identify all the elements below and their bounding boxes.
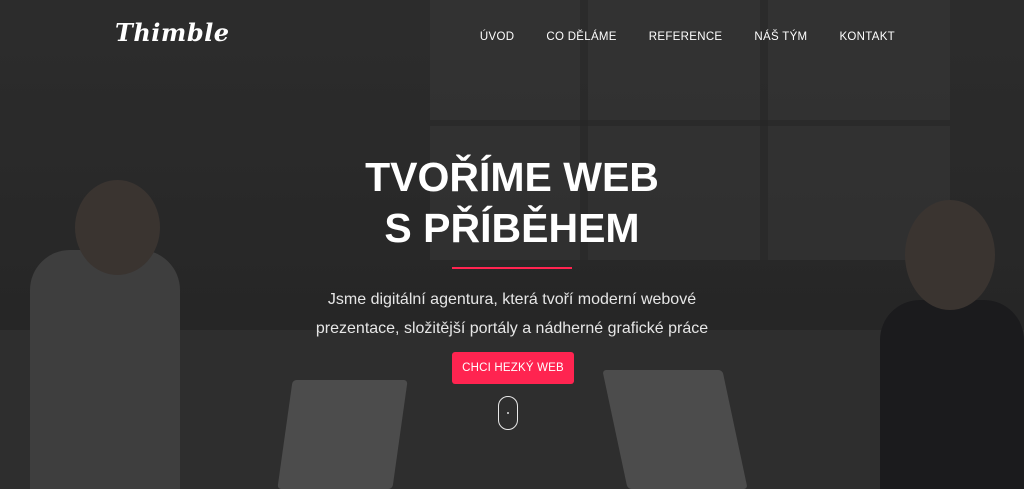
mouse-scroll-icon[interactable] (498, 396, 518, 430)
hero-headline-line2: S PŘÍBĚHEM (384, 205, 640, 251)
hero-subtitle-line1: Jsme digitální agentura, která tvoří mod… (327, 291, 697, 308)
hero-subtitle: Jsme digitální agentura, která tvoří mod… (0, 285, 1024, 343)
nav-item-nas-tym[interactable]: NÁŠ TÝM (754, 31, 807, 43)
nav-item-co-delame[interactable]: CO DĚLÁME (546, 31, 616, 43)
main-nav: ÚVOD CO DĚLÁME REFERENCE NÁŠ TÝM KONTAKT (448, 31, 895, 43)
nav-item-kontakt[interactable]: KONTAKT (839, 31, 895, 43)
nav-item-uvod[interactable]: ÚVOD (480, 31, 514, 43)
hero-headline-line1: TVOŘÍME WEB (365, 154, 659, 200)
hero-section: Thimble ÚVOD CO DĚLÁME REFERENCE NÁŠ TÝM… (0, 0, 1024, 489)
headline-divider (452, 267, 572, 269)
logo[interactable]: Thimble (115, 18, 230, 47)
nav-item-reference[interactable]: REFERENCE (649, 31, 723, 43)
cta-button[interactable]: CHCI HEZKÝ WEB (452, 352, 574, 384)
scroll-wheel-dot (507, 412, 509, 414)
hero-headline: TVOŘÍME WEB S PŘÍBĚHEM (0, 152, 1024, 254)
hero-subtitle-line2: prezentace, složitější portály a nádhern… (315, 320, 709, 337)
